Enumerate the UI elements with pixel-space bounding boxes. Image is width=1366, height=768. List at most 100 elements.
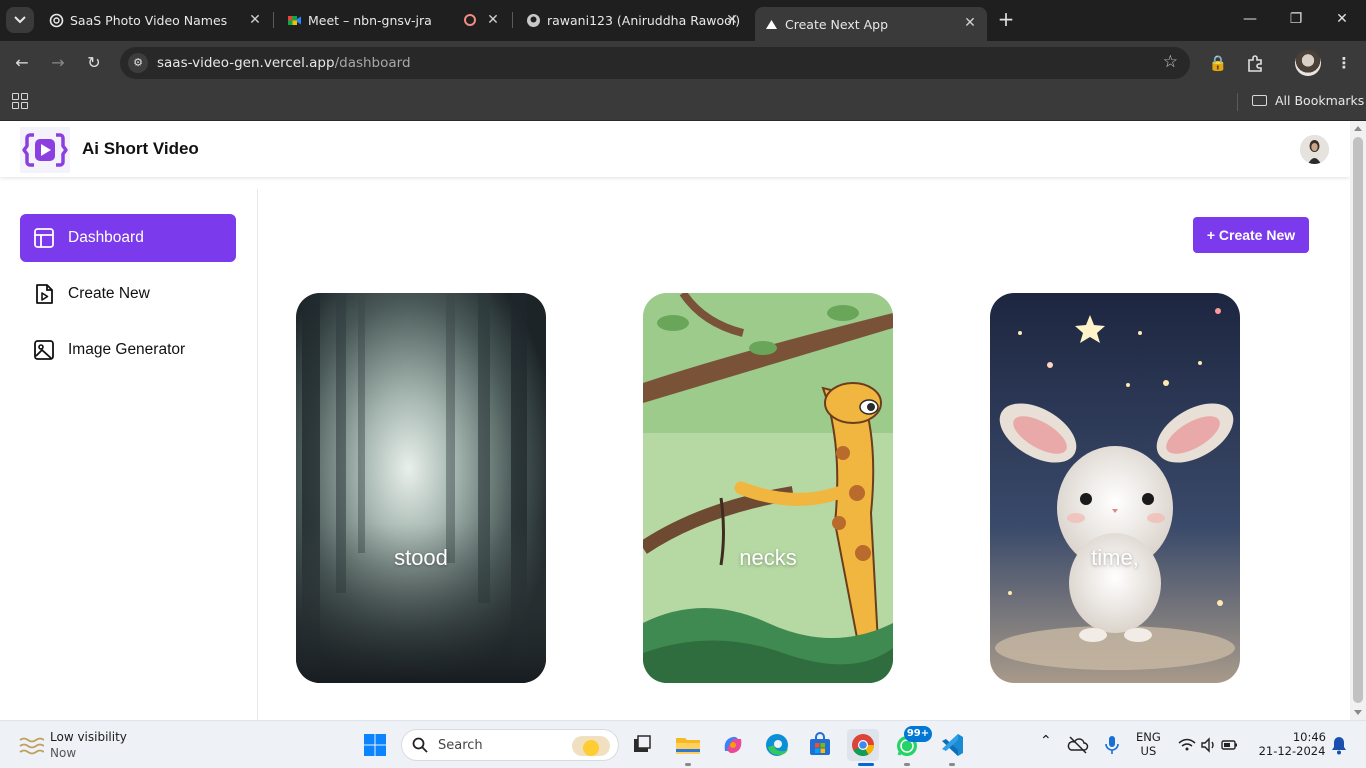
close-tab-icon[interactable]: ✕ [961,14,979,32]
onedrive-offline-icon[interactable] [1066,733,1090,757]
language-indicator[interactable]: ENG US [1136,730,1161,758]
layout-panel-icon [34,228,54,248]
close-tab-icon[interactable]: ✕ [484,11,502,29]
video-card[interactable]: stood [296,293,546,683]
folder-icon [1252,95,1267,106]
tab-meet[interactable]: Meet – nbn-gnsv-jra ✕ [278,7,510,34]
sidebar-item-image-generator[interactable]: Image Generator [20,326,236,374]
tab-divider [273,12,274,28]
restore-button[interactable]: ❐ [1282,8,1310,32]
scroll-up-arrow[interactable] [1354,126,1362,131]
search-highlight-icon [572,736,610,756]
app-logo [20,127,70,173]
all-bookmarks-button[interactable]: All Bookmarks [1252,93,1364,108]
bookmark-divider [1237,93,1238,111]
search-placeholder: Search [438,738,483,753]
reload-button[interactable]: ↻ [82,51,106,75]
brand-name: Ai Short Video [82,139,199,158]
toolbar: ← → ↻ ⚙ saas-video-gen.vercel.app/dashbo… [0,41,1366,85]
weather-subtitle: Now [50,746,77,760]
bookmarks-bar: All Bookmarks [0,85,1366,121]
tab-divider [512,12,513,28]
microphone-icon[interactable] [1100,733,1124,757]
tab-title: Create Next App [785,17,889,32]
sidebar: Dashboard Create New Image Generator [0,189,258,720]
tab-create-next-app[interactable]: Create Next App ✕ [755,7,987,41]
sidebar-item-label: Image Generator [68,341,186,358]
microsoft-store-icon[interactable] [804,729,836,761]
scroll-down-arrow[interactable] [1354,710,1362,715]
notification-bell-icon[interactable] [1328,733,1350,757]
tab-saas-photo[interactable]: SaaS Photo Video Names ✕ [40,7,272,34]
video-caption: necks [739,545,797,570]
video-card[interactable]: necks [643,293,893,683]
close-tab-icon[interactable]: ✕ [723,11,741,29]
tab-search-button[interactable] [6,7,34,33]
recording-icon [464,14,476,26]
create-new-button[interactable]: + Create New [1193,217,1309,253]
tab-title: Meet – nbn-gnsv-jra [308,13,432,28]
video-caption: stood [394,545,448,570]
profile-avatar[interactable] [1295,50,1321,76]
chatgpt-icon [49,13,64,28]
search-icon [412,737,428,753]
minimize-button[interactable]: — [1236,8,1264,32]
vscode-icon[interactable] [936,729,968,761]
edge-icon[interactable] [761,729,793,761]
close-tab-icon[interactable]: ✕ [246,11,264,29]
video-thumbnail [990,293,1240,683]
video-card[interactable]: time, [990,293,1240,683]
taskbar: Low visibility Now Search 99+ ⌃ ENG US 1… [0,720,1366,768]
tab-strip: SaaS Photo Video Names ✕ Meet – nbn-gnsv… [0,0,1366,41]
video-caption: time, [1091,545,1139,570]
windows-start-icon[interactable] [359,729,391,761]
all-bookmarks-label: All Bookmarks [1275,93,1365,108]
sidebar-item-label: Dashboard [68,229,144,246]
forward-button[interactable]: → [46,51,70,75]
app-header: Ai Short Video [0,121,1350,177]
site-info-icon[interactable]: ⚙ [128,53,148,73]
back-button[interactable]: ← [10,51,34,75]
task-view-icon[interactable] [626,729,658,761]
fog-icon [19,737,44,755]
clock[interactable]: 10:46 21-12-2024 [1258,730,1326,758]
chrome-icon[interactable] [847,729,879,761]
region-code: US [1140,744,1157,758]
tab-title: SaaS Photo Video Names [70,13,228,28]
file-video-icon [36,284,53,304]
clock-date: 21-12-2024 [1258,744,1326,758]
lock-extension-icon[interactable]: 🔒 [1206,51,1230,75]
new-tab-button[interactable]: + [994,8,1018,32]
file-explorer-icon[interactable] [672,729,704,761]
google-meet-icon [287,13,302,28]
chevron-down-icon [14,16,26,24]
scrollbar-thumb[interactable] [1353,137,1363,703]
video-thumbnail [296,293,546,683]
video-thumbnail [643,293,893,683]
sidebar-item-dashboard[interactable]: Dashboard [20,214,236,262]
image-icon [34,340,54,360]
extensions-icon[interactable] [1243,51,1267,75]
kebab-menu-icon[interactable]: ⋮ [1332,51,1356,75]
tab-github[interactable]: rawani123 (Aniruddha Rawool) ✕ [517,7,749,34]
close-window-button[interactable]: ✕ [1328,8,1356,32]
copilot-icon[interactable] [717,729,749,761]
url-host: saas-video-gen.vercel.app [157,55,335,71]
running-indicator [949,763,955,766]
running-indicator [685,763,691,766]
network-volume-battery[interactable] [1176,733,1240,757]
url-text: saas-video-gen.vercel.app/dashboard [157,55,411,71]
bookmark-star-icon[interactable]: ☆ [1163,52,1178,72]
weather-widget[interactable]: Low visibility Now [14,729,174,763]
user-avatar[interactable] [1300,135,1329,164]
clock-time: 10:46 [1292,730,1326,744]
chevron-up-icon[interactable]: ⌃ [1040,733,1052,749]
vercel-icon [764,17,779,32]
sidebar-item-label: Create New [68,285,150,302]
apps-grid-icon[interactable] [12,93,28,109]
sidebar-item-create-new[interactable]: Create New [20,270,236,318]
language-code: ENG [1136,730,1161,744]
taskbar-search-input[interactable]: Search [401,729,619,761]
page-scrollbar[interactable] [1350,121,1366,720]
address-bar[interactable]: ⚙ saas-video-gen.vercel.app/dashboard ☆ [120,47,1190,79]
